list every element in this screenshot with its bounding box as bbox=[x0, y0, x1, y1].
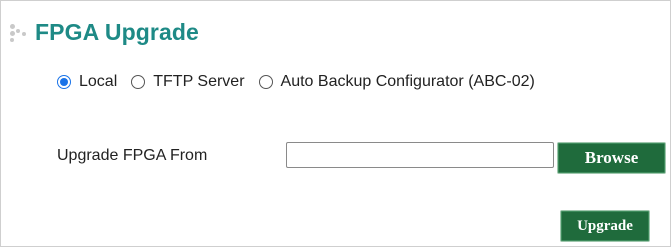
radio-label-abc-02: Auto Backup Configurator (ABC-02) bbox=[280, 73, 535, 90]
dotted-bullet-icon bbox=[9, 21, 31, 43]
radio-abc-02[interactable]: Auto Backup Configurator (ABC-02) bbox=[258, 73, 535, 91]
radio-button-abc-02[interactable] bbox=[258, 75, 273, 89]
radio-label-tftp-server: TFTP Server bbox=[153, 73, 245, 90]
radio-tftp-server[interactable]: TFTP Server bbox=[131, 73, 245, 91]
upgrade-from-label: Upgrade FPGA From bbox=[57, 147, 208, 164]
radio-label-local: Local bbox=[79, 73, 118, 90]
radio-button-tftp-server[interactable] bbox=[131, 75, 146, 89]
radio-local[interactable]: Local bbox=[57, 73, 117, 91]
upgrade-button[interactable]: Upgrade bbox=[560, 210, 650, 242]
file-path-input[interactable] bbox=[286, 142, 554, 168]
browse-button[interactable]: Browse bbox=[557, 142, 666, 174]
radio-button-local[interactable] bbox=[57, 75, 71, 89]
page-header: FPGA Upgrade bbox=[9, 17, 199, 47]
source-radio-group: Local TFTP Server Auto Backup Configurat… bbox=[57, 73, 549, 91]
fpga-upgrade-panel: FPGA Upgrade Local TFTP Server Auto Back… bbox=[0, 0, 671, 247]
page-title: FPGA Upgrade bbox=[35, 18, 199, 45]
